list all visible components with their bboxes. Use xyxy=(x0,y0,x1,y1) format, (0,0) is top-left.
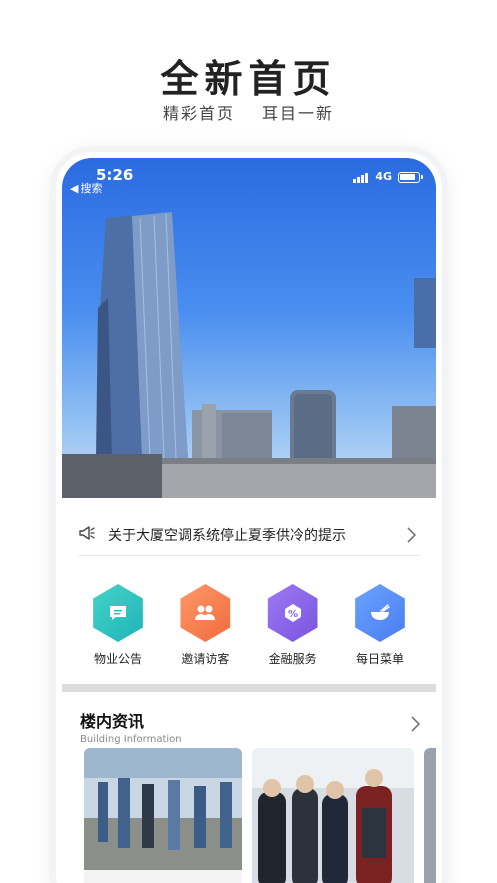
promo-subtitle-left: 精彩首页 xyxy=(162,104,235,123)
promo-subtitle: 精彩首页 耳目一新 xyxy=(0,100,497,124)
megaphone-icon xyxy=(78,525,96,545)
hero-banner[interactable]: 5:26 4G ◀ 搜索 xyxy=(62,158,436,498)
svg-text:%: % xyxy=(288,609,298,620)
visitors-icon xyxy=(180,584,231,642)
back-link-label: 搜索 xyxy=(80,182,103,195)
promo-subtitle-right: 耳目一新 xyxy=(262,104,335,123)
news-card-caption xyxy=(90,870,236,883)
service-daily-menu[interactable]: 每日菜单 xyxy=(340,584,420,667)
promo-title: 全新首页 xyxy=(160,56,337,101)
service-finance[interactable]: % 金融服务 xyxy=(253,584,333,667)
service-label: 邀请访客 xyxy=(181,652,230,666)
news-title: 楼内资讯 xyxy=(80,712,145,731)
news-carousel xyxy=(80,748,436,883)
news-card[interactable] xyxy=(84,748,242,883)
news-section-header[interactable]: 楼内资讯 Building Information xyxy=(80,708,421,745)
chevron-right-icon xyxy=(410,716,421,736)
news-subtitle: Building Information xyxy=(80,734,182,745)
news-photo xyxy=(84,748,242,870)
service-label: 金融服务 xyxy=(268,652,317,666)
service-invite-visitor[interactable]: 邀请访客 xyxy=(165,584,245,667)
chevron-right-icon xyxy=(402,526,420,544)
back-to-search-link[interactable]: ◀ 搜索 xyxy=(70,180,102,196)
service-label: 物业公告 xyxy=(93,652,142,666)
app-screen: 5:26 4G ◀ 搜索 关于大厦空调系统停止夏季供冷的提示 物业公告 邀请访客… xyxy=(62,158,436,883)
building-photo xyxy=(62,212,436,498)
status-bar: 5:26 4G xyxy=(62,164,436,186)
notice-text: 关于大厦空调系统停止夏季供冷的提示 xyxy=(108,527,346,544)
service-label: 每日菜单 xyxy=(355,652,404,666)
signal-icon xyxy=(353,173,368,183)
section-divider xyxy=(62,684,436,692)
back-arrow-icon: ◀ xyxy=(70,181,79,195)
notice-bar[interactable]: 关于大厦空调系统停止夏季供冷的提示 xyxy=(78,514,420,556)
finance-icon: % xyxy=(267,584,318,642)
news-card[interactable] xyxy=(424,748,436,883)
network-type: 4G xyxy=(375,170,392,183)
news-photo xyxy=(252,748,414,883)
announcement-icon xyxy=(93,584,143,642)
bowl-icon xyxy=(355,584,405,642)
service-grid: 物业公告 邀请访客 % 金融服务 每日菜单 xyxy=(78,584,420,667)
battery-icon xyxy=(398,172,423,183)
news-card[interactable] xyxy=(252,748,414,883)
phone-frame: 5:26 4G ◀ 搜索 关于大厦空调系统停止夏季供冷的提示 物业公告 邀请访客… xyxy=(56,152,442,883)
service-announcements[interactable]: 物业公告 xyxy=(78,584,158,667)
